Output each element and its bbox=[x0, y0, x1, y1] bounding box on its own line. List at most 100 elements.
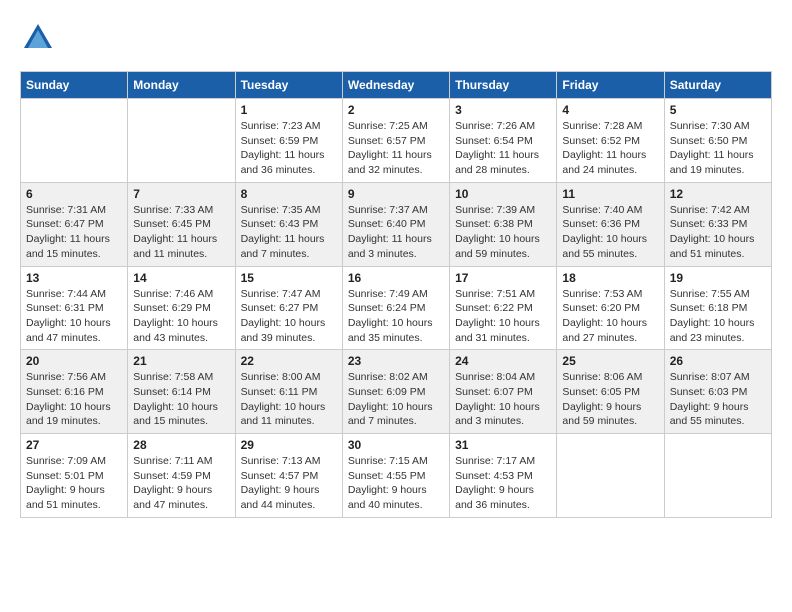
calendar-cell: 29Sunrise: 7:13 AM Sunset: 4:57 PM Dayli… bbox=[235, 434, 342, 518]
day-number: 30 bbox=[348, 438, 444, 452]
calendar-cell: 26 Sunrise: 8:07 AM Sunset: 6:03 PM Dayli… bbox=[664, 350, 771, 434]
calendar-cell: 8 Sunrise: 7:35 AM Sunset: 6:43 PM Daylig… bbox=[235, 182, 342, 266]
weekday-header: Monday bbox=[128, 72, 235, 99]
day-info: Sunrise: 7:15 AM Sunset: 4:55 PM Dayligh… bbox=[348, 454, 444, 513]
calendar-cell: 22 Sunrise: 8:00 AM Sunset: 6:11 PM Dayli… bbox=[235, 350, 342, 434]
weekday-header: Wednesday bbox=[342, 72, 449, 99]
calendar-cell: 21 Sunrise: 7:58 AM Sunset: 6:14 PM Dayli… bbox=[128, 350, 235, 434]
calendar-cell: 16Sunrise: 7:49 AM Sunset: 6:24 PM Dayli… bbox=[342, 266, 449, 350]
day-info: Sunrise: 7:31 AM Sunset: 6:47 PM Dayligh… bbox=[26, 203, 122, 262]
day-info: Sunrise: 7:11 AM Sunset: 4:59 PM Dayligh… bbox=[133, 454, 229, 513]
day-number: 10 bbox=[455, 187, 551, 201]
day-number: 2 bbox=[348, 103, 444, 117]
calendar-cell: 9 Sunrise: 7:37 AM Sunset: 6:40 PM Daylig… bbox=[342, 182, 449, 266]
day-info: Sunrise: 7:23 AM Sunset: 6:59 PM Dayligh… bbox=[241, 119, 337, 178]
calendar-cell: 12 Sunrise: 7:42 AM Sunset: 6:33 PM Dayli… bbox=[664, 182, 771, 266]
day-number: 21 bbox=[133, 354, 229, 368]
weekday-header: Tuesday bbox=[235, 72, 342, 99]
day-info: Sunrise: 7:58 AM Sunset: 6:14 PM Dayligh… bbox=[133, 370, 229, 429]
day-info: Sunrise: 7:47 AM Sunset: 6:27 PM Dayligh… bbox=[241, 287, 337, 346]
calendar-cell: 13 Sunrise: 7:44 AM Sunset: 6:31 PM Dayli… bbox=[21, 266, 128, 350]
day-number: 8 bbox=[241, 187, 337, 201]
day-number: 14 bbox=[133, 271, 229, 285]
calendar-cell: 19 Sunrise: 7:55 AM Sunset: 6:18 PM Dayli… bbox=[664, 266, 771, 350]
calendar-cell: 17Sunrise: 7:51 AM Sunset: 6:22 PM Dayli… bbox=[450, 266, 557, 350]
calendar-cell: 25 Sunrise: 8:06 AM Sunset: 6:05 PM Dayli… bbox=[557, 350, 664, 434]
calendar-cell: 18 Sunrise: 7:53 AM Sunset: 6:20 PM Dayli… bbox=[557, 266, 664, 350]
weekday-header: Saturday bbox=[664, 72, 771, 99]
day-number: 31 bbox=[455, 438, 551, 452]
day-number: 25 bbox=[562, 354, 658, 368]
day-info: Sunrise: 7:44 AM Sunset: 6:31 PM Dayligh… bbox=[26, 287, 122, 346]
calendar-cell: 7 Sunrise: 7:33 AM Sunset: 6:45 PM Daylig… bbox=[128, 182, 235, 266]
day-info: Sunrise: 7:56 AM Sunset: 6:16 PM Dayligh… bbox=[26, 370, 122, 429]
calendar-cell: 2 Sunrise: 7:25 AM Sunset: 6:57 PM Daylig… bbox=[342, 99, 449, 183]
day-number: 5 bbox=[670, 103, 766, 117]
day-info: Sunrise: 7:53 AM Sunset: 6:20 PM Dayligh… bbox=[562, 287, 658, 346]
day-info: Sunrise: 8:06 AM Sunset: 6:05 PM Dayligh… bbox=[562, 370, 658, 429]
day-info: Sunrise: 7:37 AM Sunset: 6:40 PM Dayligh… bbox=[348, 203, 444, 262]
day-info: Sunrise: 7:26 AM Sunset: 6:54 PM Dayligh… bbox=[455, 119, 551, 178]
logo-icon bbox=[20, 20, 56, 56]
day-number: 17 bbox=[455, 271, 551, 285]
calendar-cell bbox=[557, 434, 664, 518]
day-info: Sunrise: 7:39 AM Sunset: 6:38 PM Dayligh… bbox=[455, 203, 551, 262]
day-info: Sunrise: 7:55 AM Sunset: 6:18 PM Dayligh… bbox=[670, 287, 766, 346]
day-info: Sunrise: 7:35 AM Sunset: 6:43 PM Dayligh… bbox=[241, 203, 337, 262]
day-info: Sunrise: 8:07 AM Sunset: 6:03 PM Dayligh… bbox=[670, 370, 766, 429]
calendar-cell: 4Sunrise: 7:28 AM Sunset: 6:52 PM Daylig… bbox=[557, 99, 664, 183]
day-info: Sunrise: 7:09 AM Sunset: 5:01 PM Dayligh… bbox=[26, 454, 122, 513]
calendar-week-row: 27 Sunrise: 7:09 AM Sunset: 5:01 PM Dayli… bbox=[21, 434, 772, 518]
day-number: 29 bbox=[241, 438, 337, 452]
calendar-cell: 3Sunrise: 7:26 AM Sunset: 6:54 PM Daylig… bbox=[450, 99, 557, 183]
weekday-header: Thursday bbox=[450, 72, 557, 99]
day-number: 1 bbox=[241, 103, 337, 117]
calendar-cell: 27 Sunrise: 7:09 AM Sunset: 5:01 PM Dayli… bbox=[21, 434, 128, 518]
logo bbox=[20, 20, 61, 56]
calendar-cell: 31 Sunrise: 7:17 AM Sunset: 4:53 PM Dayli… bbox=[450, 434, 557, 518]
calendar-cell: 5 Sunrise: 7:30 AM Sunset: 6:50 PM Daylig… bbox=[664, 99, 771, 183]
calendar-cell: 24 Sunrise: 8:04 AM Sunset: 6:07 PM Dayli… bbox=[450, 350, 557, 434]
day-info: Sunrise: 7:30 AM Sunset: 6:50 PM Dayligh… bbox=[670, 119, 766, 178]
calendar-cell: 28 Sunrise: 7:11 AM Sunset: 4:59 PM Dayli… bbox=[128, 434, 235, 518]
calendar-cell: 20 Sunrise: 7:56 AM Sunset: 6:16 PM Dayli… bbox=[21, 350, 128, 434]
day-info: Sunrise: 7:25 AM Sunset: 6:57 PM Dayligh… bbox=[348, 119, 444, 178]
calendar-cell: 1 Sunrise: 7:23 AM Sunset: 6:59 PM Daylig… bbox=[235, 99, 342, 183]
day-number: 6 bbox=[26, 187, 122, 201]
calendar-cell: 30 Sunrise: 7:15 AM Sunset: 4:55 PM Dayli… bbox=[342, 434, 449, 518]
day-number: 28 bbox=[133, 438, 229, 452]
day-number: 19 bbox=[670, 271, 766, 285]
calendar-cell: 11Sunrise: 7:40 AM Sunset: 6:36 PM Dayli… bbox=[557, 182, 664, 266]
page-header bbox=[20, 20, 772, 56]
day-info: Sunrise: 8:04 AM Sunset: 6:07 PM Dayligh… bbox=[455, 370, 551, 429]
day-number: 13 bbox=[26, 271, 122, 285]
calendar-cell: 14 Sunrise: 7:46 AM Sunset: 6:29 PM Dayli… bbox=[128, 266, 235, 350]
calendar-cell bbox=[128, 99, 235, 183]
weekday-header-row: SundayMondayTuesdayWednesdayThursdayFrid… bbox=[21, 72, 772, 99]
day-number: 9 bbox=[348, 187, 444, 201]
day-info: Sunrise: 7:49 AM Sunset: 6:24 PM Dayligh… bbox=[348, 287, 444, 346]
day-info: Sunrise: 7:33 AM Sunset: 6:45 PM Dayligh… bbox=[133, 203, 229, 262]
calendar-cell: 15Sunrise: 7:47 AM Sunset: 6:27 PM Dayli… bbox=[235, 266, 342, 350]
day-number: 23 bbox=[348, 354, 444, 368]
calendar-cell bbox=[664, 434, 771, 518]
day-number: 22 bbox=[241, 354, 337, 368]
day-number: 7 bbox=[133, 187, 229, 201]
day-info: Sunrise: 7:46 AM Sunset: 6:29 PM Dayligh… bbox=[133, 287, 229, 346]
day-number: 24 bbox=[455, 354, 551, 368]
day-number: 12 bbox=[670, 187, 766, 201]
day-info: Sunrise: 8:00 AM Sunset: 6:11 PM Dayligh… bbox=[241, 370, 337, 429]
weekday-header: Sunday bbox=[21, 72, 128, 99]
day-number: 20 bbox=[26, 354, 122, 368]
day-number: 27 bbox=[26, 438, 122, 452]
weekday-header: Friday bbox=[557, 72, 664, 99]
day-number: 4 bbox=[562, 103, 658, 117]
day-number: 18 bbox=[562, 271, 658, 285]
calendar-week-row: 6 Sunrise: 7:31 AM Sunset: 6:47 PM Daylig… bbox=[21, 182, 772, 266]
calendar-cell: 10 Sunrise: 7:39 AM Sunset: 6:38 PM Dayli… bbox=[450, 182, 557, 266]
day-info: Sunrise: 8:02 AM Sunset: 6:09 PM Dayligh… bbox=[348, 370, 444, 429]
day-info: Sunrise: 7:17 AM Sunset: 4:53 PM Dayligh… bbox=[455, 454, 551, 513]
day-info: Sunrise: 7:42 AM Sunset: 6:33 PM Dayligh… bbox=[670, 203, 766, 262]
calendar-cell: 23 Sunrise: 8:02 AM Sunset: 6:09 PM Dayli… bbox=[342, 350, 449, 434]
day-number: 26 bbox=[670, 354, 766, 368]
